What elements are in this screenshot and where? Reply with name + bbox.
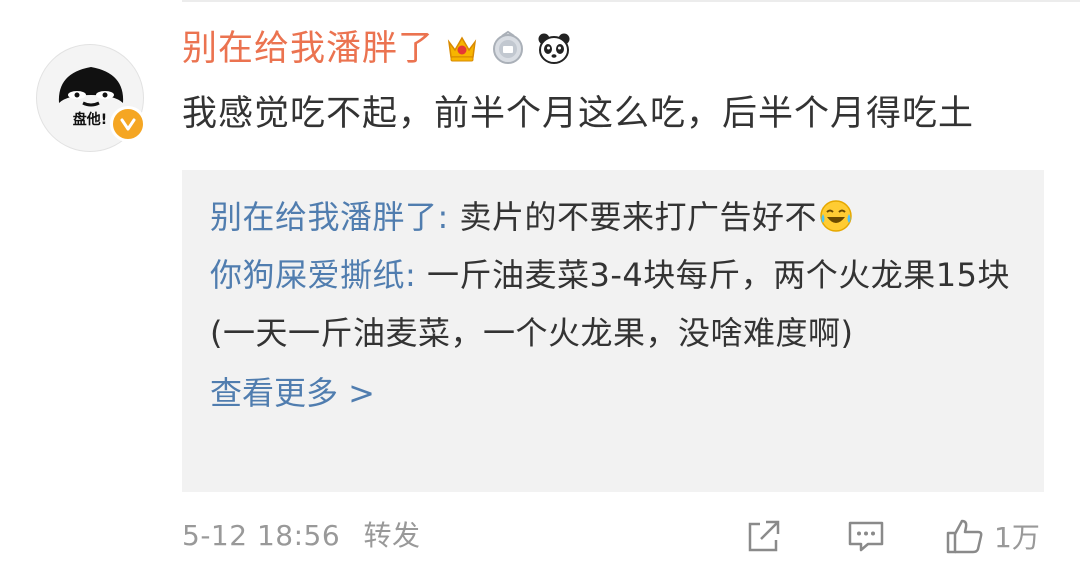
thumbs-up-icon <box>946 519 983 554</box>
like-button[interactable]: 1万 <box>944 514 1040 558</box>
reply-item: 别在给我潘胖了: 卖片的不要来打广告好不 <box>210 188 1016 246</box>
share-icon <box>748 520 780 552</box>
reply-separator: : <box>437 198 449 236</box>
reply-username[interactable]: 你狗屎爱撕纸 <box>210 256 405 294</box>
reply-item: 你狗屎爱撕纸: 一斤油麦菜3-4块每斤，两个火龙果15块(一天一斤油麦菜，一个火… <box>210 246 1016 362</box>
reply-username[interactable]: 别在给我潘胖了 <box>210 198 438 236</box>
reply-preview-box[interactable]: 别在给我潘胖了: 卖片的不要来打广告好不 你狗屎爱撕纸: 一斤油麦菜3-4块每斤… <box>182 170 1044 492</box>
verified-badge-icon <box>110 106 146 142</box>
comment-meta: 5-12 18:56 转发 <box>182 516 435 556</box>
crown-badge-icon[interactable] <box>444 30 480 66</box>
user-badges <box>444 30 572 66</box>
comment-date: 5-12 18:56 <box>182 519 341 552</box>
top-divider <box>182 0 1080 2</box>
reply-text: 卖片的不要来打广告好不 <box>448 198 817 236</box>
laugh-cry-emoji-icon <box>820 200 852 232</box>
comment-icon <box>848 521 884 552</box>
view-more-link[interactable]: 查看更多 > <box>210 364 375 422</box>
comment-button[interactable] <box>846 514 886 558</box>
panda-badge-icon[interactable] <box>536 30 572 66</box>
like-count: 1万 <box>994 521 1040 554</box>
silver-medal-badge-icon[interactable] <box>490 30 526 66</box>
repost-link[interactable]: 转发 <box>364 519 421 552</box>
comment-body: 我感觉吃不起，前半个月这么吃，后半个月得吃土 <box>182 94 975 134</box>
share-button[interactable] <box>744 514 784 558</box>
reply-separator: : <box>405 256 417 294</box>
comment-username[interactable]: 别在给我潘胖了 <box>182 26 434 72</box>
